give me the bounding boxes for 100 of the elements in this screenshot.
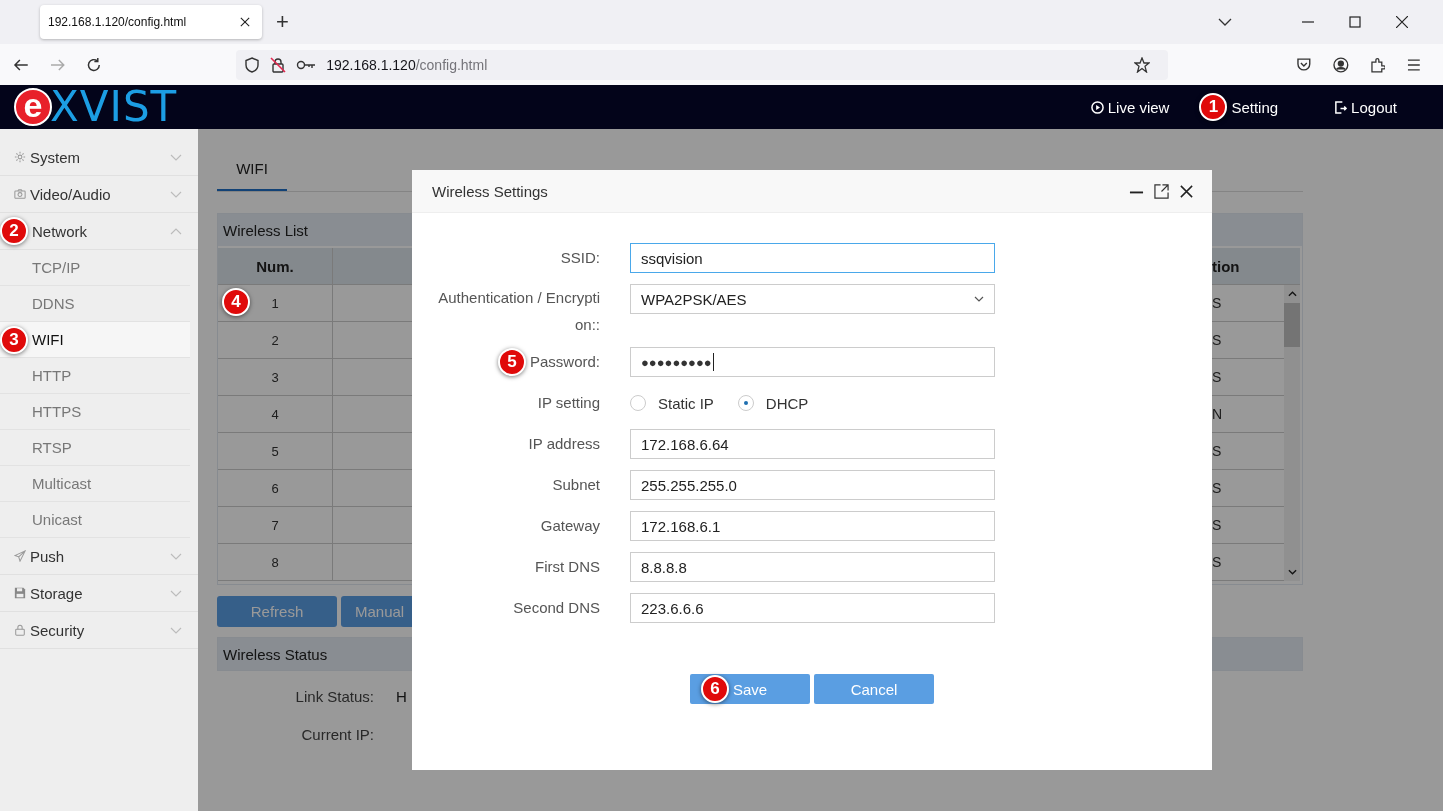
tab[interactable]: WIFI [217,149,287,191]
camera-icon [14,188,26,200]
browser-tab[interactable]: 192.168.1.120/config.html [40,5,262,39]
sidebar-label: Storage [30,584,84,602]
chevron-down-icon [974,296,984,302]
table-cell: N [1212,406,1223,422]
status-label: Current IP: [300,725,374,743]
sidebar-subitem[interactable]: RTSP [0,430,190,466]
panel-title: Wireless List [223,221,308,239]
sidebar-item[interactable]: 2 Network [0,213,198,250]
table-cell: 7 [271,517,279,533]
field-label: Second DNS [513,598,600,618]
logo-text: XVIST [50,86,178,128]
password-field[interactable]: ●●●●●●●●● [630,347,995,377]
field-label: SSID: [560,248,600,268]
sidebar-subitem[interactable]: HTTPS [0,394,190,430]
field-label: First DNS [535,557,600,577]
chevron-down-icon[interactable] [1218,18,1232,26]
sidebar-subitem[interactable]: TCP/IP [0,250,190,286]
annotation-badge: 5 [498,348,526,376]
key-icon[interactable] [296,59,317,70]
logout-icon [1334,100,1348,114]
field-label: Password: [529,352,600,372]
tab-title: 192.168.1.120/config.html [48,15,188,29]
sidebar-label: Network [31,222,88,240]
address-bar[interactable]: 192.168.1.120/config.html [236,49,1169,80]
input-field[interactable]: 172.168.6.64 [630,429,995,459]
sidebar-label: Security [30,621,86,639]
column-header: tion [1212,256,1241,277]
radio-label[interactable]: DHCP [765,394,809,412]
sidebar-subitem[interactable]: 3 WIFI [0,322,190,358]
scrollbar[interactable] [1284,285,1300,581]
reload-icon[interactable] [86,56,103,73]
sidebar-label: System [30,148,81,166]
column-header: Num. [218,248,333,284]
sidebar-subitem[interactable]: Multicast [0,466,190,502]
status-value: H [396,687,407,705]
nav-link[interactable]: Logout [1351,98,1397,116]
table-cell: 1 [271,295,279,311]
play-icon [1090,100,1104,114]
dialog-title: Wireless Settings [432,182,548,200]
url-text: 192.168.1.120/config.html [326,56,488,73]
shield-icon[interactable] [244,56,261,73]
field-label: Authentication / Encryption:: [437,288,600,335]
logo-mark: e [14,88,52,126]
scroll-up-icon[interactable] [1287,291,1297,297]
table-cell: 5 [271,443,279,459]
new-tab-button[interactable]: + [276,9,289,35]
input-field[interactable]: ssqvision [630,243,995,273]
lock-slash-icon[interactable] [270,56,287,73]
scroll-down-icon[interactable] [1287,569,1297,575]
account-icon[interactable] [1332,56,1349,73]
maximize-icon[interactable] [1154,183,1169,199]
status-label: Link Status: [294,687,374,705]
radio-label[interactable]: Static IP [658,394,714,412]
table-cell: S [1212,480,1222,496]
table-cell: 8 [271,554,279,570]
table-cell: S [1212,295,1222,311]
panel-title: Wireless Status [223,645,328,663]
close-icon[interactable] [1396,16,1408,28]
table-cell: 3 [271,369,279,385]
annotation-badge: 3 [0,326,28,354]
close-icon[interactable] [1179,183,1194,199]
table-cell: S [1212,332,1222,348]
star-icon[interactable] [1134,56,1151,73]
maximize-icon[interactable] [1349,16,1361,28]
nav-link[interactable]: Setting [1231,98,1279,116]
table-cell: 4 [271,406,279,422]
gear-icon [14,151,26,163]
annotation-badge: 2 [0,217,28,245]
paper-plane-icon [14,550,26,562]
extensions-icon[interactable] [1369,56,1386,73]
annotation-badge: 4 [222,288,250,316]
lock-icon [14,624,26,636]
field-label: IP setting [537,393,600,413]
annotation-badge: 1 [1199,93,1228,121]
radio-button[interactable] [630,395,646,411]
nav-link[interactable]: Live view [1107,98,1170,116]
table-cell: S [1212,443,1222,459]
table-cell: 6 [271,480,279,496]
radio-button[interactable] [737,395,754,411]
field-label: IP address [528,434,600,454]
pocket-icon[interactable] [1296,56,1312,73]
sidebar-label: Video/Audio [30,185,112,203]
input-field[interactable]: 172.168.6.1 [630,511,995,541]
sidebar-subitem[interactable]: HTTP [0,358,190,394]
input-field[interactable]: 223.6.6.6 [630,593,995,623]
close-icon[interactable] [240,17,250,27]
input-field[interactable]: 8.8.8.8 [630,552,995,582]
table-cell: S [1212,369,1222,385]
menu-icon[interactable] [1406,56,1422,73]
field-label: Gateway [540,516,600,536]
input-field[interactable]: 255.255.255.0 [630,470,995,500]
table-cell: S [1212,554,1222,570]
scrollbar-thumb[interactable] [1284,303,1300,347]
field-label: Subnet [552,475,600,495]
select-field[interactable]: WPA2PSK/AES [630,284,995,314]
sidebar-label: Push [30,547,66,565]
table-cell: 2 [271,332,279,348]
sidebar-subitem[interactable]: Unicast [0,502,190,538]
